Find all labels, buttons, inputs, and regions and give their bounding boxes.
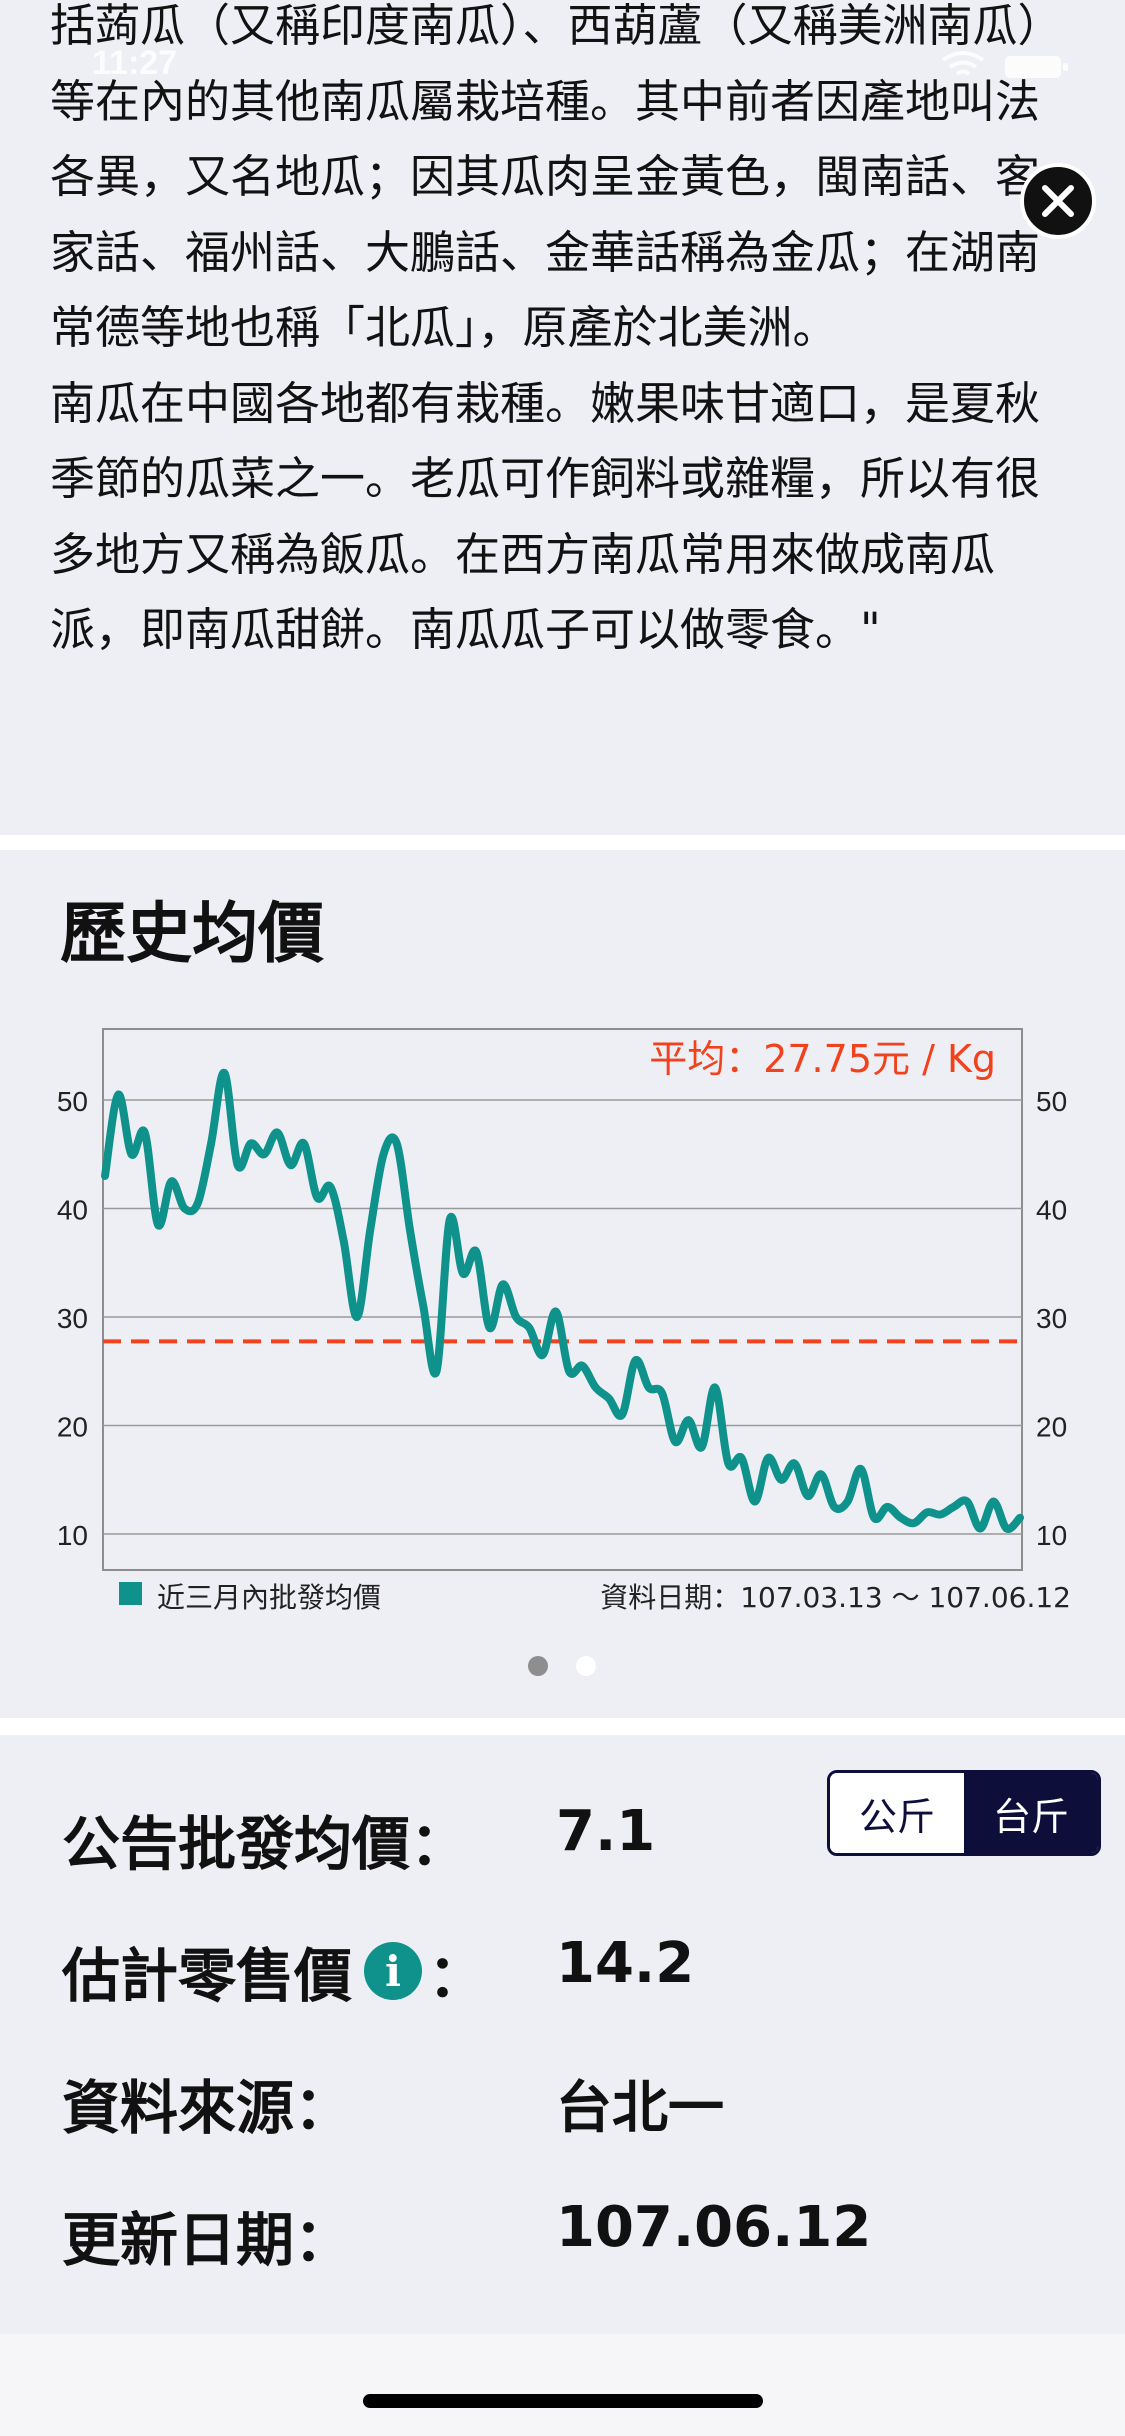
close-icon	[1042, 185, 1074, 217]
y-tick-left-20: 20	[57, 1412, 88, 1443]
price-history-section: 歷史均價 10 10 20 20 30 30 40 40 50 50 平均：27.75元 / Kg …	[0, 850, 1125, 1718]
data-date: 資料日期：107.03.13 ～ 107.06.12	[600, 1581, 1071, 1614]
y-tick-left-30: 30	[57, 1303, 88, 1334]
footer-bar	[0, 2334, 1125, 2436]
close-button[interactable]	[1020, 163, 1096, 239]
wholesale-price-label: 公告批發均價：	[62, 1810, 469, 1878]
description-section: 括蒟瓜（又稱印度南瓜）、西葫蘆（又稱美洲南瓜）等在內的其他南瓜屬栽培種。其中前者…	[0, 0, 1125, 835]
source-label: 資料來源：	[62, 2074, 353, 2142]
legend-label: 近三月內批發均價	[157, 1581, 382, 1614]
home-indicator[interactable]	[363, 2394, 763, 2408]
status-time: 11:27	[92, 44, 178, 82]
description-text: 括蒟瓜（又稱印度南瓜）、西葫蘆（又稱美洲南瓜）等在內的其他南瓜屬栽培種。其中前者…	[50, 0, 1063, 656]
y-tick-left-10: 10	[57, 1520, 88, 1551]
price-info-section: 公斤 台斤 公告批發均價： 7.1 估計零售價 i ： 14.2 資料來源： 台…	[0, 1735, 1125, 2334]
average-label: 平均：27.75元 / Kg	[649, 1037, 996, 1081]
retail-price-label-group: 估計零售價 i ：	[62, 1929, 486, 2013]
wholesale-price-value: 7.1	[556, 1799, 656, 1864]
wifi-icon	[941, 51, 985, 76]
y-tick-right-10: 10	[1036, 1520, 1067, 1551]
info-icon[interactable]: i	[364, 1942, 423, 2000]
y-tick-right-20: 20	[1036, 1412, 1067, 1443]
source-value: 台北一	[556, 2076, 724, 2141]
retail-price-label: 估計零售價	[62, 1942, 353, 2010]
source-row: 資料來源： 台北一	[0, 2061, 1125, 2142]
page-dot-1[interactable]	[528, 1656, 548, 1676]
y-tick-right-50: 50	[1036, 1086, 1067, 1117]
retail-price-colon: ：	[428, 1942, 487, 2010]
plot-frame	[102, 1028, 1023, 1571]
legend-swatch	[119, 1582, 142, 1605]
y-tick-left-40: 40	[57, 1195, 88, 1226]
retail-price-row: 估計零售價 i ： 14.2	[0, 1929, 1125, 2010]
page-dot-2[interactable]	[576, 1656, 596, 1676]
update-date-row: 更新日期： 107.06.12	[0, 2193, 1125, 2274]
battery-icon	[1005, 56, 1061, 78]
retail-price-value: 14.2	[556, 1931, 695, 1996]
section-divider	[0, 1718, 1125, 1735]
status-icons	[941, 51, 1068, 78]
wholesale-price-row: 公告批發均價： 7.1	[0, 1797, 1125, 1878]
y-tick-right-40: 40	[1036, 1195, 1067, 1226]
y-tick-right-30: 30	[1036, 1303, 1067, 1334]
update-date-value: 107.06.12	[556, 2195, 872, 2260]
update-date-label: 更新日期：	[62, 2206, 353, 2274]
series-line	[101, 1068, 1024, 1533]
y-tick-left-50: 50	[57, 1086, 88, 1117]
section-divider	[0, 835, 1125, 850]
